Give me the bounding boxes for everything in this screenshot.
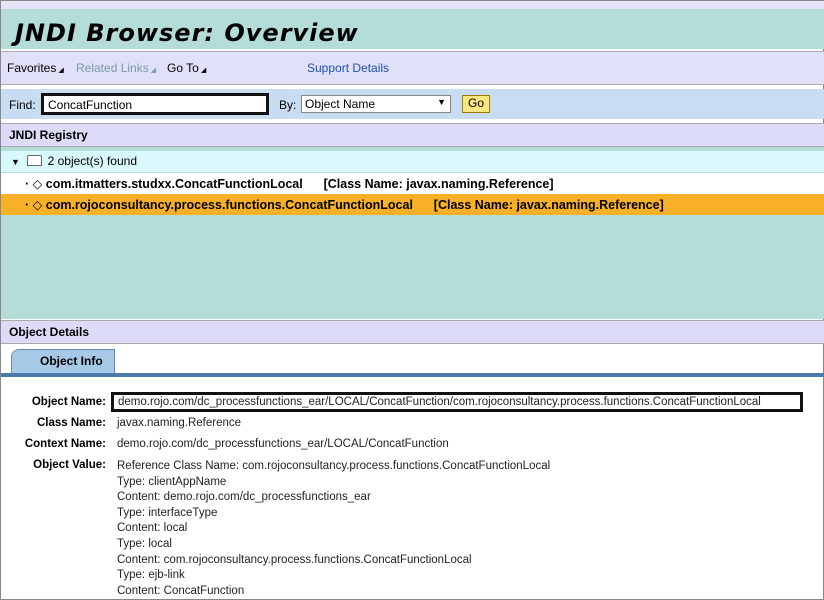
find-input[interactable]: ConcatFunction [41, 93, 269, 115]
object-name-value: demo.rojo.com/dc_processfunctions_ear/LO… [111, 392, 803, 412]
context-name-value: demo.rojo.com/dc_processfunctions_ear/LO… [117, 438, 449, 450]
object-icon: ◇ [32, 198, 43, 212]
tab-underline [1, 373, 824, 377]
related-links-menu[interactable]: Related Links ◢ [76, 61, 156, 75]
object-value-line: Type: clientAppName [117, 475, 227, 488]
nav-bar: Favorites ◢ Related Links ◢ Go To ◢ Support… [1, 51, 824, 85]
object-value-line: Content: local [117, 522, 188, 535]
related-links-label: Related Links [76, 61, 149, 75]
object-icon: ◇ [32, 177, 43, 191]
tab-object-info[interactable]: Object Info [11, 349, 115, 374]
search-by-select[interactable]: Object Name ▼ [301, 95, 451, 113]
item-class: [Class Name: javax.naming.Reference] [433, 198, 664, 212]
object-value-line: Type: interfaceType [117, 506, 218, 519]
object-value-line: Reference Class Name: com.rojoconsultanc… [117, 460, 551, 472]
dropdown-triangle-icon: ◢ [150, 67, 157, 74]
object-value-line: Type: ejb-link [117, 569, 185, 582]
class-name-label: Class Name: [36, 417, 106, 429]
registry-tree: ▼ 2 object(s) found · ◇ com.itmatters.st… [1, 147, 824, 319]
registry-header: JNDI Registry [1, 123, 824, 147]
object-value-line: Type: local [117, 537, 172, 550]
by-label: By: [279, 98, 297, 112]
favorites-menu[interactable]: Favorites ◢ [7, 61, 64, 75]
go-to-menu[interactable]: Go To ◢ [167, 61, 206, 75]
object-value-list: Reference Class Name: com.rojoconsultanc… [117, 459, 550, 599]
search-bar: Find: ConcatFunction By: Object Name ▼ Go [1, 89, 824, 119]
dropdown-triangle-icon: ◢ [200, 67, 207, 74]
object-name-label: Object Name: [31, 396, 106, 408]
results-summary: 2 object(s) found [47, 154, 137, 168]
top-strip [1, 1, 824, 9]
dropdown-triangle-icon: ◢ [58, 67, 64, 74]
tree-item-selected[interactable]: · ◇ com.rojoconsultancy.process.function… [1, 194, 824, 215]
folder-icon [27, 155, 43, 166]
object-value-line: Content: ConcatFunction [117, 584, 245, 597]
item-class: [Class Name: javax.naming.Reference] [323, 177, 554, 191]
chevron-down-icon: ▼ [437, 97, 446, 107]
search-by-value: Object Name [305, 97, 376, 111]
support-details-link[interactable]: Support Details [307, 61, 389, 75]
tree-root[interactable]: ▼ 2 object(s) found [1, 151, 824, 172]
object-value-line: Content: demo.rojo.com/dc_processfunctio… [117, 491, 371, 504]
favorites-label: Favorites [7, 61, 57, 75]
go-to-label: Go To [167, 61, 199, 75]
expand-triangle-icon[interactable]: ▼ [11, 157, 20, 167]
find-label: Find: [9, 98, 36, 112]
bullet-icon: · [25, 177, 33, 191]
bullet-icon: · [25, 198, 33, 212]
tree-item[interactable]: · ◇ com.itmatters.studxx.ConcatFunctionL… [1, 173, 824, 194]
object-value-line: Content: com.rojoconsultancy.process.fun… [117, 553, 472, 566]
class-name-value: javax.naming.Reference [117, 417, 242, 429]
title-bar: JNDI Browser: Overview [1, 9, 824, 49]
object-value-label: Object Value: [33, 459, 106, 471]
details-header: Object Details [1, 320, 824, 344]
page-title: JNDI Browser: Overview [15, 19, 359, 47]
item-name: com.rojoconsultancy.process.functions.Co… [45, 198, 413, 212]
go-button[interactable]: Go [462, 95, 490, 113]
context-name-label: Context Name: [24, 438, 106, 450]
item-name: com.itmatters.studxx.ConcatFunctionLocal [45, 177, 303, 191]
